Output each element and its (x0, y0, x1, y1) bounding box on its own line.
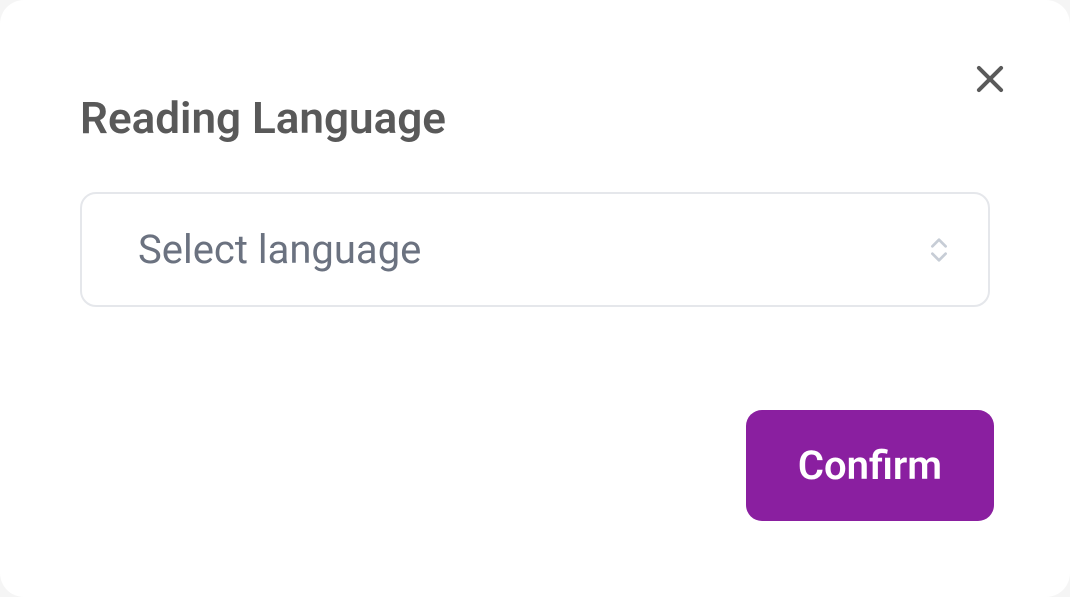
close-icon (971, 60, 1009, 101)
confirm-button[interactable]: Confirm (746, 410, 994, 521)
modal-footer: Confirm (746, 410, 994, 521)
modal-title: Reading Language (80, 92, 990, 144)
language-modal: Reading Language Select language Confirm (0, 0, 1070, 597)
close-button[interactable] (966, 56, 1014, 104)
language-select-wrapper: Select language (80, 192, 990, 307)
language-select[interactable]: Select language (80, 192, 990, 307)
